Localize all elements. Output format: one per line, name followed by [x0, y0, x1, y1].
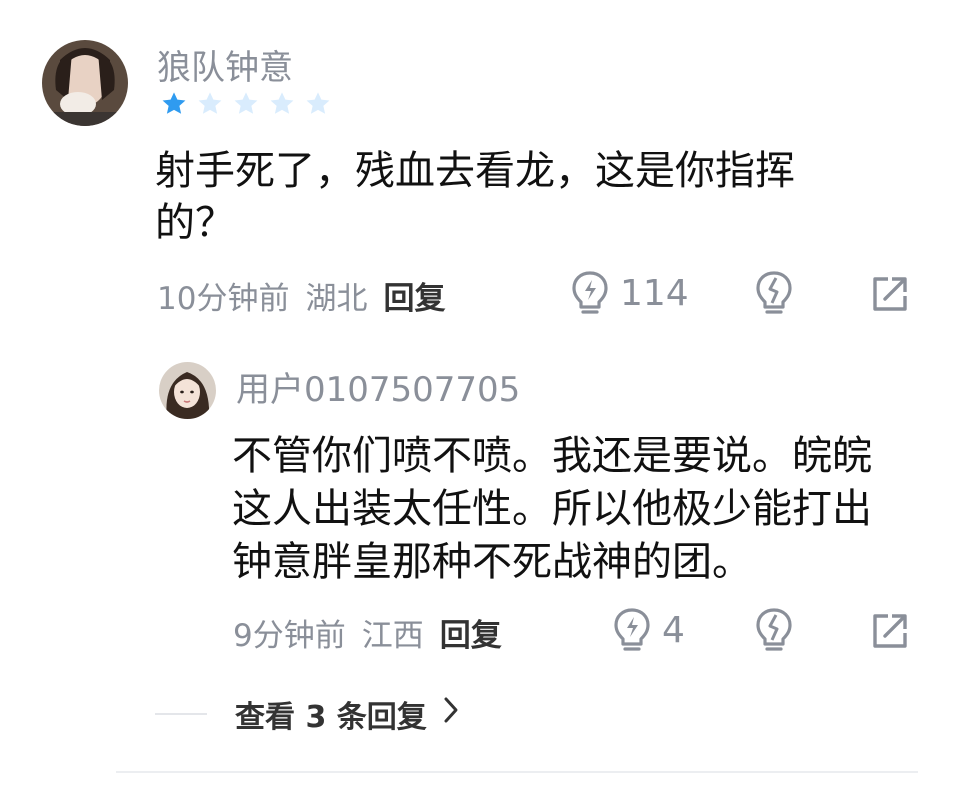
comment-time: 10分钟前 [157, 281, 290, 317]
view-replies-divider [155, 713, 207, 715]
reply-to-reply-button[interactable]: 回复 [440, 618, 502, 654]
share-button[interactable] [870, 274, 910, 314]
dislike-button[interactable] [754, 270, 794, 316]
star-empty-icon [196, 90, 224, 118]
avatar-commenter[interactable] [42, 40, 128, 126]
reply-text-line: 这人出装太任性。所以他极少能打出 [232, 485, 872, 532]
replier-username[interactable]: 用户0107507705 [236, 362, 520, 411]
avatar-replier[interactable] [159, 362, 216, 419]
commenter-username[interactable]: 狼队钟意 [157, 40, 293, 89]
lightbulb-icon [570, 270, 610, 316]
comment-text-line: 的？ [155, 200, 235, 246]
view-replies-link[interactable]: 查看 3 条回复 [155, 692, 459, 736]
like-count: 114 [620, 272, 689, 314]
lightbulb-broken-icon [754, 270, 794, 316]
reply-button[interactable]: 回复 [383, 281, 445, 317]
reply-text-line: 钟意胖皇那种不死战神的团。 [232, 538, 752, 585]
reply-share-button[interactable] [870, 611, 910, 651]
reply-location: 江西 [361, 618, 424, 654]
comment-location: 湖北 [305, 281, 368, 317]
rating-stars [160, 90, 332, 118]
bottom-divider [116, 771, 918, 773]
view-replies-label: 查看 3 条回复 [235, 700, 427, 735]
share-icon [870, 274, 910, 314]
reply-dislike-button[interactable] [754, 607, 794, 653]
chevron-right-icon [443, 696, 459, 732]
star-empty-icon [232, 90, 260, 118]
lightbulb-broken-icon [754, 607, 794, 653]
star-empty-icon [268, 90, 296, 118]
reply-like-button[interactable]: 4 [612, 607, 685, 653]
reply-text: 不管你们喷不喷。我还是要说。皖皖 这人出装太任性。所以他极少能打出 钟意胖皇那种… [232, 430, 932, 588]
comment-text: 射手死了，残血去看龙，这是你指挥 的？ [155, 145, 895, 249]
reply-like-count: 4 [662, 609, 685, 651]
like-button[interactable]: 114 [570, 270, 689, 316]
comment-text-line: 射手死了，残血去看龙，这是你指挥 [155, 148, 795, 194]
reply-meta: 9分钟前 江西 回复 [233, 610, 502, 655]
reply-time: 9分钟前 [233, 618, 346, 654]
lightbulb-icon [612, 607, 652, 653]
star-empty-icon [304, 90, 332, 118]
comment-meta: 10分钟前 湖北 回复 [157, 273, 445, 318]
reply-text-line: 不管你们喷不喷。我还是要说。皖皖 [232, 433, 872, 479]
star-filled-icon [160, 90, 188, 118]
share-icon [870, 611, 910, 651]
